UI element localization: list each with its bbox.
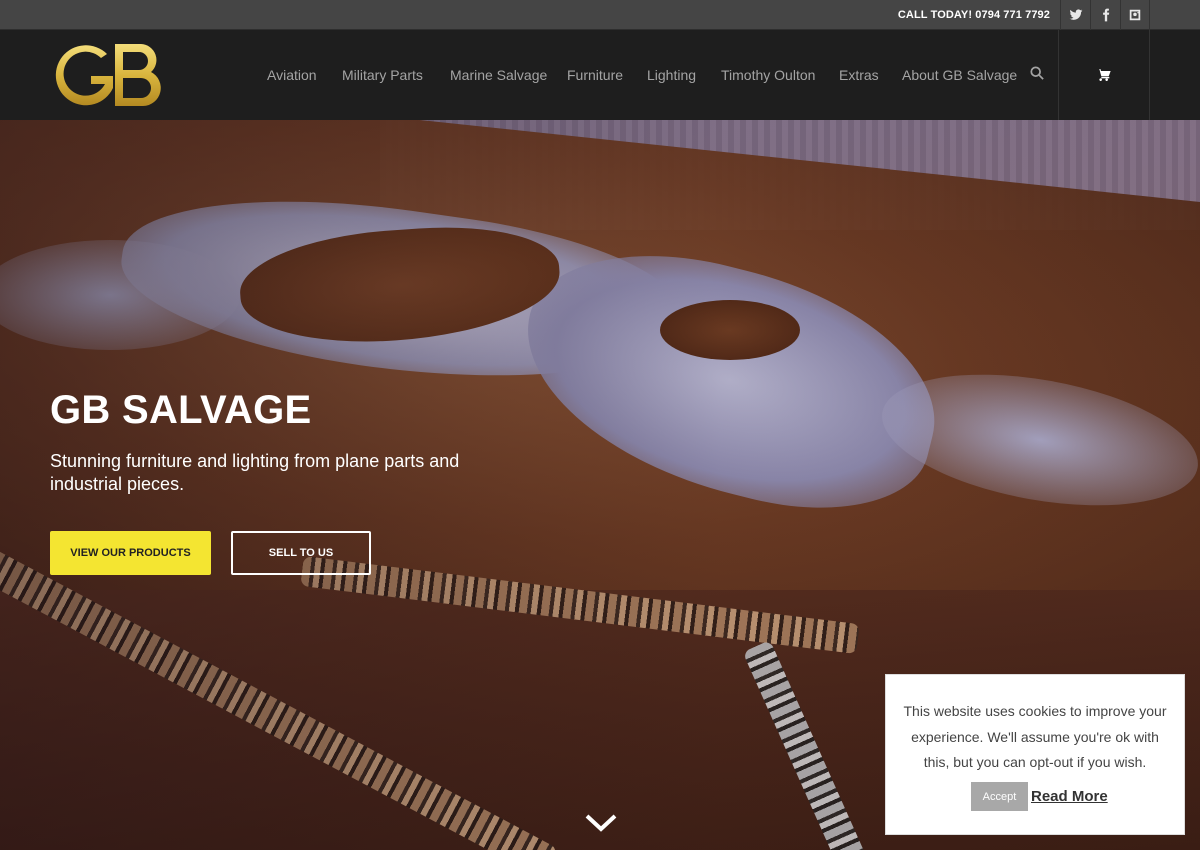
cookie-read-more-link[interactable]: Read More (1031, 788, 1108, 805)
nav-extras[interactable]: Extras (839, 30, 879, 120)
nav-furniture[interactable]: Furniture (567, 30, 623, 120)
nav-lighting[interactable]: Lighting (647, 30, 696, 120)
scroll-down-button[interactable] (583, 810, 619, 836)
main-header: Aviation Military Parts Marine Salvage F… (0, 30, 1200, 120)
nav-military-parts[interactable]: Military Parts (342, 30, 423, 120)
facebook-icon (1102, 8, 1109, 22)
call-phone-text: CALL TODAY! 0794 771 7792 (897, 9, 1050, 21)
facebook-link[interactable] (1090, 0, 1120, 30)
search-icon (1030, 66, 1044, 80)
view-products-button[interactable]: VIEW OUR PRODUCTS (50, 531, 211, 575)
nav-about-gb-salvage[interactable]: About GB Salvage (902, 30, 1017, 120)
sell-to-us-button[interactable]: SELL TO US (231, 531, 371, 575)
cart-icon (1096, 69, 1111, 82)
nav-timothy-oulton[interactable]: Timothy Oulton (721, 30, 815, 120)
instagram-icon (1129, 9, 1141, 21)
hero-title: GB SALVAGE (50, 388, 312, 432)
top-bar: CALL TODAY! 0794 771 7792 (0, 0, 1200, 30)
chevron-down-icon (585, 814, 617, 832)
twitter-link[interactable] (1060, 0, 1090, 30)
nav-marine-salvage[interactable]: Marine Salvage (450, 30, 547, 120)
cookie-accept-button[interactable]: Accept (971, 782, 1028, 811)
nav-aviation[interactable]: Aviation (267, 30, 317, 120)
hero-subtitle: Stunning furniture and lighting from pla… (50, 451, 460, 494)
search-button[interactable] (1030, 66, 1048, 84)
instagram-link[interactable] (1120, 0, 1150, 30)
twitter-icon (1069, 9, 1082, 20)
cookie-notice: This website uses cookies to improve you… (885, 674, 1185, 835)
cookie-actions: Accept Read More (971, 782, 1108, 811)
cart-button[interactable] (1058, 30, 1150, 120)
gb-logo[interactable] (55, 38, 167, 112)
cookie-message: This website uses cookies to improve you… (903, 703, 1167, 770)
